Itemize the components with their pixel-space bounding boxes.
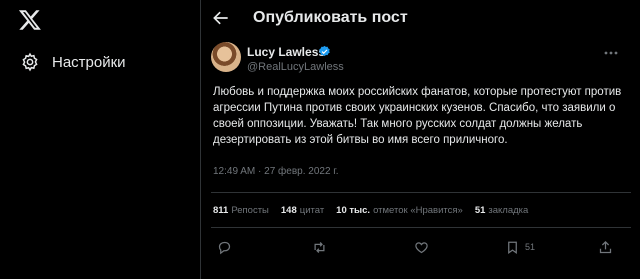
- tweet-actions: 51: [201, 236, 640, 258]
- stat-quotes[interactable]: 148 цитат: [281, 205, 324, 216]
- share-button[interactable]: [598, 238, 613, 256]
- stat-bookmarks[interactable]: 51 закладка: [475, 205, 529, 216]
- author-handle[interactable]: @RealLucyLawless: [247, 61, 344, 73]
- sidebar-item-settings[interactable]: Настройки: [12, 46, 134, 78]
- author-name[interactable]: Lucy Lawless: [247, 45, 325, 59]
- stat-likes[interactable]: 10 тыс. отметок «Нравится»: [336, 205, 463, 216]
- reply-button[interactable]: [217, 238, 232, 256]
- gear-icon: [22, 52, 38, 72]
- post-column: Опубликовать пост Lucy Lawless @RealLucy…: [200, 0, 640, 279]
- share-icon: [599, 240, 612, 253]
- more-options-icon[interactable]: [603, 48, 619, 58]
- repost-icon: [314, 241, 325, 253]
- bookmark-count: 51: [525, 242, 536, 252]
- divider: [211, 227, 631, 228]
- heart-icon: [415, 241, 428, 253]
- verified-badge-icon: [319, 45, 330, 57]
- avatar[interactable]: [211, 42, 241, 72]
- arrow-left-icon[interactable]: [211, 8, 231, 28]
- tweet-text: Любовь и поддержка моих российских фанат…: [213, 86, 622, 146]
- bookmark-icon: [508, 241, 517, 254]
- page-title: Опубликовать пост: [253, 9, 408, 26]
- bookmark-button[interactable]: 51: [505, 238, 535, 256]
- x-logo-icon[interactable]: [18, 8, 42, 32]
- reply-icon: [218, 241, 231, 254]
- timestamp[interactable]: 12:49 AM · 27 февр. 2022 г.: [213, 166, 339, 177]
- stat-reposts[interactable]: 811 Репосты: [213, 205, 269, 216]
- divider: [211, 192, 631, 193]
- tweet-stats: 811 Репосты 148 цитат 10 тыс. отметок «Нрав…: [213, 205, 540, 216]
- like-button[interactable]: [414, 238, 429, 256]
- repost-button[interactable]: [312, 238, 327, 256]
- sidebar: Настройки: [0, 0, 200, 279]
- sidebar-item-label: Настройки: [52, 53, 126, 71]
- page-header: Опубликовать пост: [201, 0, 640, 38]
